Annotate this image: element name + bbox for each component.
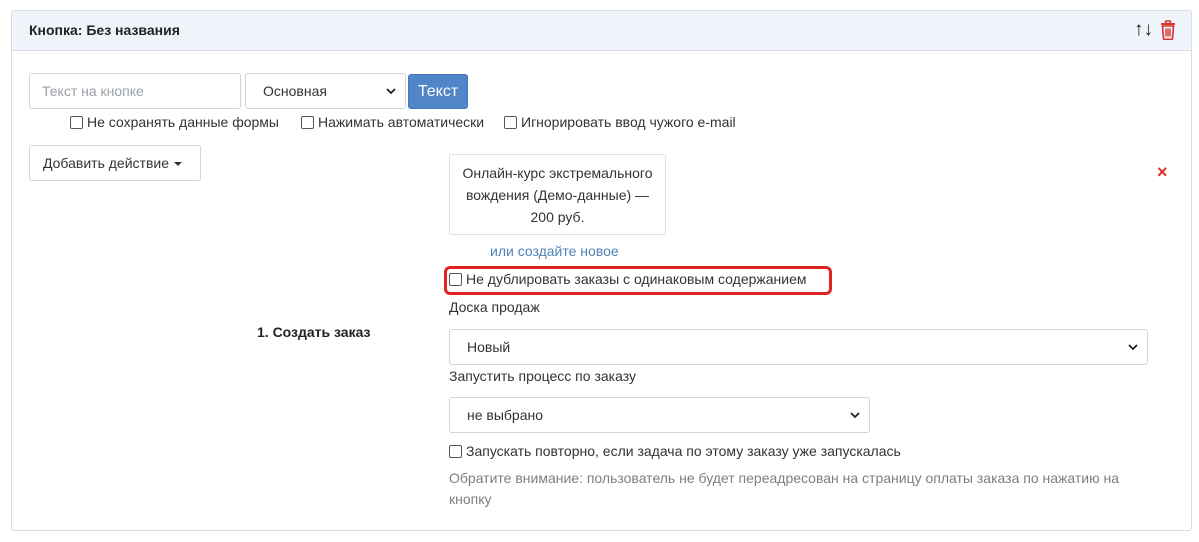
process-value: не выбрано: [467, 407, 544, 423]
auto-press-checkbox[interactable]: [301, 115, 314, 129]
create-new-link[interactable]: или создайте новое: [490, 243, 619, 259]
remove-action-icon[interactable]: ×: [1157, 163, 1168, 181]
sales-board-label: Доска продаж: [449, 299, 540, 315]
ignore-email-checkbox[interactable]: [504, 115, 517, 129]
payment-redirect-note: Обратите внимание: пользователь не будет…: [449, 470, 1120, 507]
rerun-label: Запускать повторно, если задача по этому…: [466, 443, 901, 459]
panel-header: Кнопка: Без названия ↑↓: [12, 11, 1191, 51]
caret-down-icon: [174, 162, 182, 166]
no-duplicate-checkbox[interactable]: [449, 272, 462, 286]
product-selector[interactable]: Онлайн-курс экстремального вождения (Дем…: [449, 154, 666, 235]
sales-board-select[interactable]: Новый: [449, 329, 1148, 365]
process-select[interactable]: не выбрано: [449, 397, 870, 433]
panel-title: Кнопка: Без названия: [29, 22, 180, 38]
auto-press-label: Нажимать автоматически: [318, 114, 485, 130]
auto-press-option[interactable]: Нажимать автоматически: [301, 114, 484, 130]
sales-board-value: Новый: [467, 339, 511, 355]
process-label: Запустить процесс по заказу: [449, 368, 636, 384]
text-button[interactable]: Текст: [408, 74, 468, 109]
no-duplicate-option[interactable]: Не дублировать заказы с одинаковым содер…: [449, 271, 807, 287]
button-panel: Кнопка: Без названия ↑↓ Основная Текст Н…: [11, 10, 1192, 531]
ignore-email-option[interactable]: Игнорировать ввод чужого e-mail: [504, 114, 736, 130]
add-action-label: Добавить действие: [43, 155, 169, 171]
action-step-label: 1. Создать заказ: [257, 324, 371, 340]
add-action-button[interactable]: Добавить действие: [29, 145, 201, 181]
trash-icon[interactable]: [1159, 20, 1177, 40]
chevron-down-icon: [850, 412, 860, 419]
ignore-email-label: Игнорировать ввод чужого e-mail: [521, 114, 736, 130]
chevron-down-icon: [1128, 344, 1138, 351]
panel-header-actions: ↑↓: [1134, 19, 1177, 41]
rerun-checkbox[interactable]: [449, 444, 462, 458]
button-style-value: Основная: [263, 83, 327, 99]
button-text-input[interactable]: [29, 73, 241, 109]
no-duplicate-label: Не дублировать заказы с одинаковым содер…: [466, 271, 807, 287]
rerun-option[interactable]: Запускать повторно, если задача по этому…: [449, 443, 901, 459]
no-save-form-checkbox[interactable]: [70, 115, 83, 129]
no-save-form-option[interactable]: Не сохранять данные формы: [70, 114, 279, 130]
button-style-select[interactable]: Основная: [245, 73, 406, 109]
sort-arrows-icon[interactable]: ↑↓: [1134, 19, 1153, 41]
no-save-form-label: Не сохранять данные формы: [87, 114, 279, 130]
chevron-down-icon: [386, 88, 396, 95]
